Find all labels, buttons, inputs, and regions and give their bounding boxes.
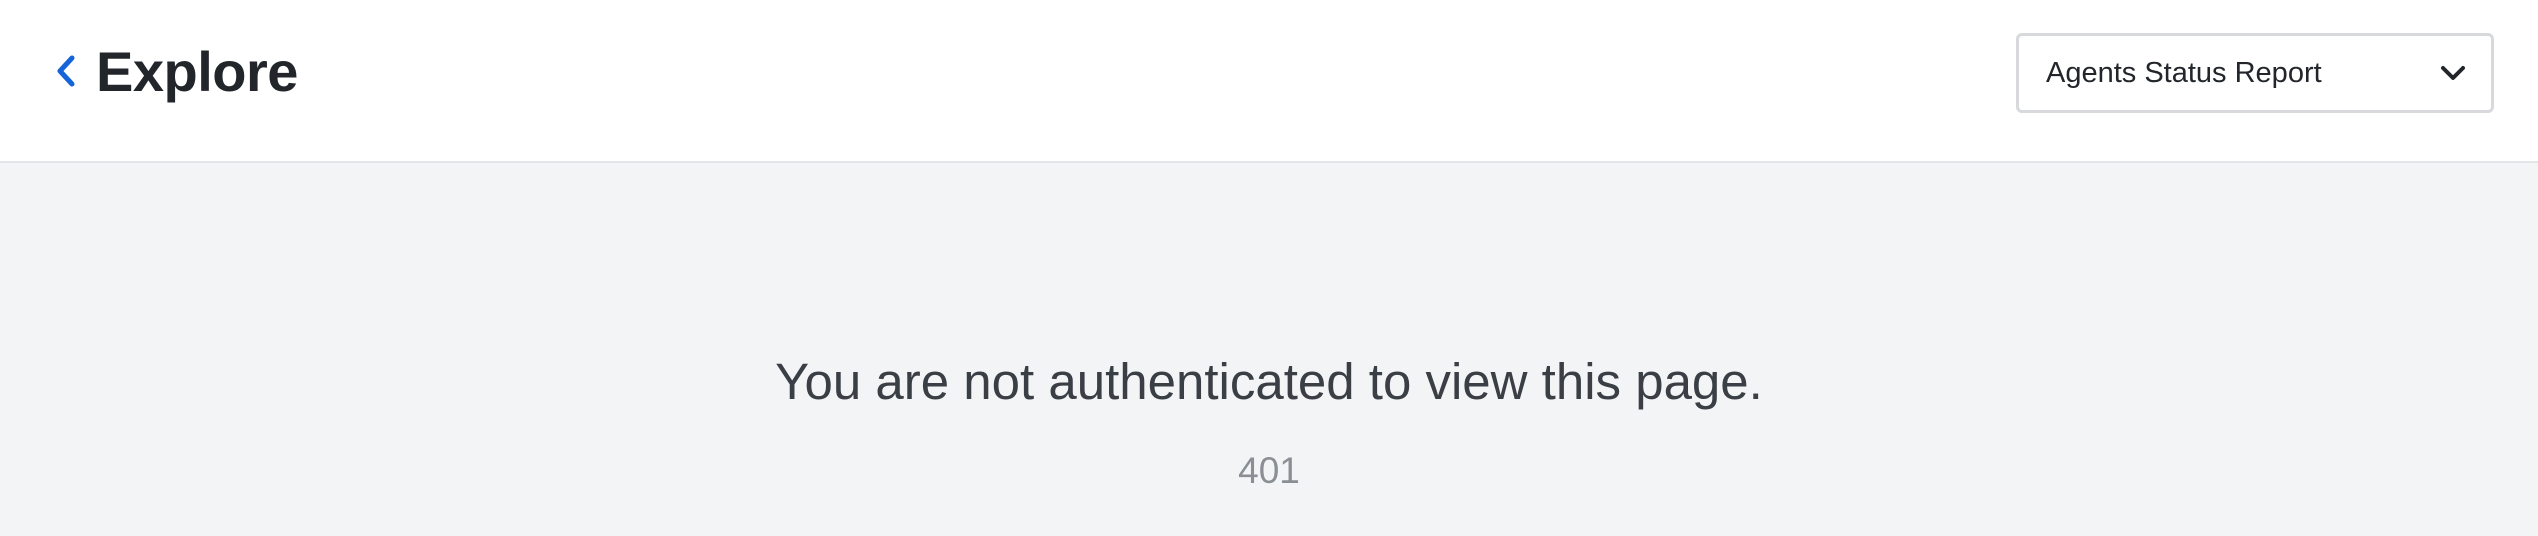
error-message: You are not authenticated to view this p… — [775, 353, 1763, 410]
main-content: You are not authenticated to view this p… — [0, 163, 2538, 536]
chevron-left-icon — [57, 55, 75, 87]
report-select-dropdown[interactable]: Agents Status Report — [2016, 33, 2494, 113]
page-header: Explore Agents Status Report — [0, 0, 2538, 163]
report-select-value: Agents Status Report — [2046, 57, 2322, 89]
chevron-down-icon — [2441, 66, 2465, 80]
page-title: Explore — [96, 40, 298, 103]
back-button[interactable] — [46, 46, 86, 96]
error-code: 401 — [1238, 450, 1300, 491]
